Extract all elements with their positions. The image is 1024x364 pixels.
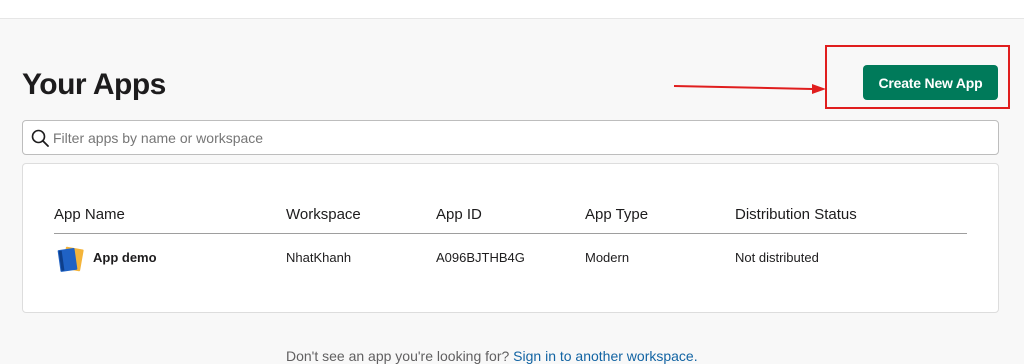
page-title: Your Apps bbox=[22, 68, 166, 101]
table-header-divider bbox=[54, 233, 967, 234]
column-header-app-name: App Name bbox=[54, 206, 125, 223]
column-header-workspace: Workspace bbox=[286, 206, 361, 223]
footer-note: Don't see an app you're looking for? Sig… bbox=[286, 348, 698, 364]
column-header-distribution-status: Distribution Status bbox=[735, 206, 857, 223]
column-header-app-id: App ID bbox=[436, 206, 482, 223]
create-new-app-button[interactable]: Create New App bbox=[863, 65, 998, 100]
app-type-cell: Modern bbox=[585, 250, 630, 265]
distribution-status-cell: Not distributed bbox=[735, 250, 819, 265]
search-bar[interactable] bbox=[22, 120, 999, 155]
workspace-cell: NhatKhanh bbox=[286, 250, 352, 265]
annotation-arrow bbox=[673, 84, 826, 94]
top-bar bbox=[0, 0, 1024, 19]
notebook-icon bbox=[57, 246, 84, 272]
sign-in-another-workspace-link[interactable]: Sign in to another workspace. bbox=[513, 348, 697, 364]
apps-table-card bbox=[22, 163, 999, 313]
app-id-cell: A096BJTHB4G bbox=[436, 250, 525, 265]
footer-text: Don't see an app you're looking for? bbox=[286, 348, 510, 364]
search-icon bbox=[31, 129, 49, 147]
search-input[interactable] bbox=[53, 121, 983, 154]
column-header-app-type: App Type bbox=[585, 206, 649, 223]
app-name-link[interactable]: App demo bbox=[93, 250, 157, 265]
